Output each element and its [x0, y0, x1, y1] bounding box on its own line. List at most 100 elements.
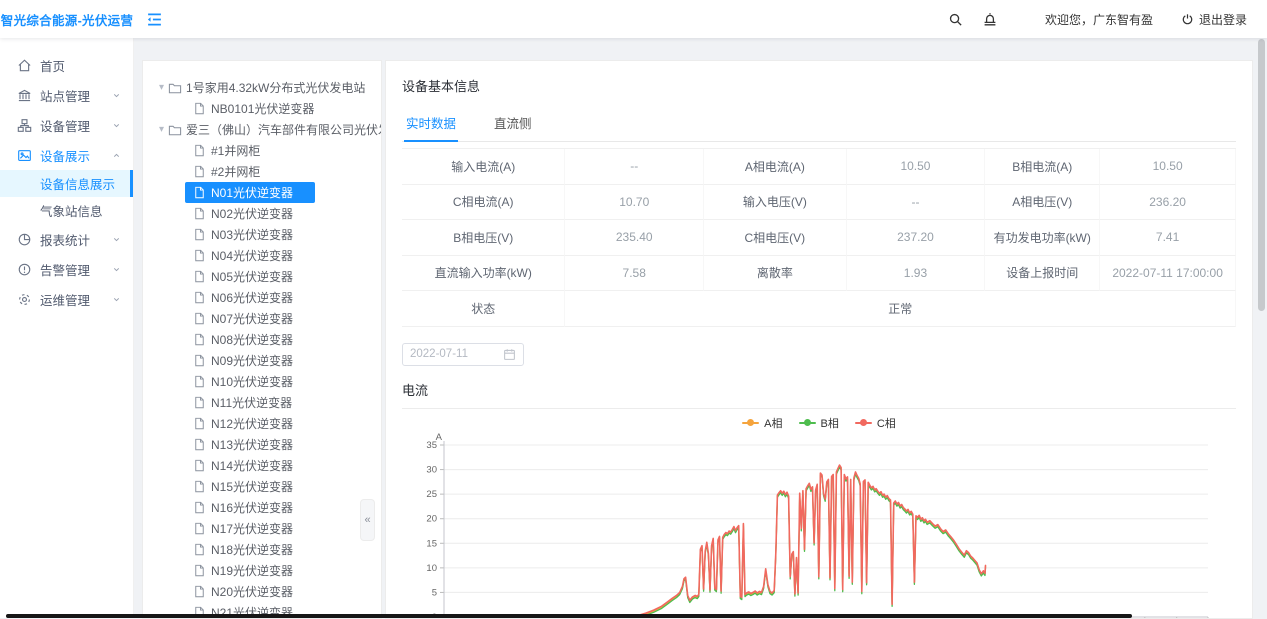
tree-node-label: N20光伏逆变器 [211, 583, 293, 600]
chevron-down-icon [112, 295, 121, 304]
tab-realtime-data[interactable]: 实时数据 [404, 109, 458, 141]
bank-icon [17, 88, 32, 103]
alarm-siren-icon[interactable] [973, 11, 1007, 27]
sidebar-item-report-stats[interactable]: 报表统计 [0, 224, 133, 254]
current-chart-block: A相B相C相 05101520253035A00:0001:0002:0003:… [402, 413, 1236, 619]
chart-icon [17, 232, 32, 247]
legend-label: A相 [764, 415, 782, 431]
gear-icon [17, 292, 32, 307]
file-icon [193, 312, 207, 326]
tree-node-device-24[interactable]: N20光伏逆变器 [143, 581, 381, 602]
svg-text:15: 15 [426, 538, 437, 549]
tree-node-label: N18光伏逆变器 [211, 541, 293, 558]
sidebar-item-label: 设备管理 [40, 116, 112, 135]
sidebar-item-weather-station-info[interactable]: 气象站信息 [0, 197, 133, 224]
tree-node-device-11[interactable]: N07光伏逆变器 [143, 308, 381, 329]
folder-icon [168, 81, 182, 95]
legend-item-A相[interactable]: A相 [742, 415, 782, 431]
file-icon [193, 270, 207, 284]
svg-text:25: 25 [426, 489, 437, 500]
tree-node-label: N14光伏逆变器 [211, 457, 293, 474]
info-value: 237.20 [847, 220, 986, 256]
info-label: 有功发电功率(kW) [985, 220, 1100, 256]
tree-node-device-14[interactable]: N10光伏逆变器 [143, 371, 381, 392]
header-right: 欢迎您，广东智有盈 退出登录 [939, 11, 1267, 28]
tree-node-label: N09光伏逆变器 [211, 352, 293, 369]
sidebar-item-home[interactable]: 首页 [0, 50, 133, 80]
legend-item-C相[interactable]: C相 [855, 415, 896, 431]
info-label: A相电压(V) [985, 185, 1100, 221]
tree-node-device-8[interactable]: N04光伏逆变器 [143, 245, 381, 266]
logout-icon [1181, 13, 1194, 26]
device-tree-panel: ▾1号家用4.32kW分布式光伏发电站NB0101光伏逆变器▾爱三（佛山）汽车部… [142, 60, 382, 619]
file-icon [193, 564, 207, 578]
chevron-down-icon [112, 91, 121, 100]
sidebar-item-label: 告警管理 [40, 260, 112, 279]
file-icon [193, 417, 207, 431]
tree-node-label: N10光伏逆变器 [211, 373, 293, 390]
bottom-bar [6, 614, 1132, 618]
svg-text:A: A [436, 433, 443, 443]
tree-node-device-22[interactable]: N18光伏逆变器 [143, 539, 381, 560]
info-value: 235.40 [565, 220, 704, 256]
tree-node-device-20[interactable]: N16光伏逆变器 [143, 497, 381, 518]
tree-node-device-10[interactable]: N06光伏逆变器 [143, 287, 381, 308]
sidebar-item-device-mgmt[interactable]: 设备管理 [0, 110, 133, 140]
file-icon [193, 228, 207, 242]
sidebar-item-ops-mgmt[interactable]: 运维管理 [0, 284, 133, 314]
tree-node-station-0[interactable]: ▾1号家用4.32kW分布式光伏发电站 [143, 77, 381, 98]
tree-node-device-17[interactable]: N13光伏逆变器 [143, 434, 381, 455]
tree-node-label: N11光伏逆变器 [211, 394, 292, 411]
file-icon [193, 543, 207, 557]
tree-node-device-18[interactable]: N14光伏逆变器 [143, 455, 381, 476]
sidebar-item-label: 设备展示 [40, 146, 112, 165]
search-icon[interactable] [939, 12, 973, 27]
legend-marker-icon [855, 419, 872, 427]
legend-item-B相[interactable]: B相 [799, 415, 839, 431]
tree-node-device-21[interactable]: N17光伏逆变器 [143, 518, 381, 539]
tree-node-device-7[interactable]: N03光伏逆变器 [143, 224, 381, 245]
tree-node-device-4[interactable]: #2并网柜 [143, 161, 381, 182]
tree-node-label: N19光伏逆变器 [211, 562, 293, 579]
info-label: A相电流(A) [704, 149, 847, 185]
tree-node-device-19[interactable]: N15光伏逆变器 [143, 476, 381, 497]
menu-fold-icon[interactable] [146, 11, 163, 28]
tree-node-label: N17光伏逆变器 [211, 520, 293, 537]
tree-node-station-2[interactable]: ▾爱三（佛山）汽车部件有限公司光伏发 [143, 119, 381, 140]
sidebar-item-label: 站点管理 [40, 86, 112, 105]
scrollbar-thumb[interactable] [1258, 39, 1265, 311]
tree-node-device-3[interactable]: #1并网柜 [143, 140, 381, 161]
sidebar-item-site-mgmt[interactable]: 站点管理 [0, 80, 133, 110]
tree-node-device-1[interactable]: NB0101光伏逆变器 [143, 98, 381, 119]
tree-node-device-23[interactable]: N19光伏逆变器 [143, 560, 381, 581]
svg-text:10: 10 [426, 562, 437, 573]
sidebar-item-alarm-mgmt[interactable]: 告警管理 [0, 254, 133, 284]
folder-icon [168, 123, 182, 137]
info-label: 直流输入功率(kW) [402, 256, 565, 292]
file-icon [193, 585, 207, 599]
info-value: 10.50 [847, 149, 986, 185]
date-picker[interactable]: 2022-07-11 [402, 343, 524, 366]
info-label: B相电流(A) [985, 149, 1100, 185]
tree-node-device-15[interactable]: N11光伏逆变器 [143, 392, 381, 413]
tree-node-device-9[interactable]: N05光伏逆变器 [143, 266, 381, 287]
tree-node-label: N06光伏逆变器 [211, 289, 293, 306]
tree-node-label: #2并网柜 [211, 163, 260, 180]
sidebar-item-device-display[interactable]: 设备展示 [0, 140, 133, 170]
tree-node-device-6[interactable]: N02光伏逆变器 [143, 203, 381, 224]
tree-node-device-16[interactable]: N12光伏逆变器 [143, 413, 381, 434]
tree-node-label: N13光伏逆变器 [211, 436, 293, 453]
tree-node-device-13[interactable]: N09光伏逆变器 [143, 350, 381, 371]
info-label: 设备上报时间 [985, 256, 1100, 292]
tree-collapse-handle[interactable]: « [360, 499, 375, 541]
logout-button[interactable]: 退出登录 [1181, 11, 1247, 28]
sidebar-item-label: 运维管理 [40, 290, 112, 309]
sidebar-item-device-info-display[interactable]: 设备信息展示 [0, 170, 133, 197]
tab-dc-side[interactable]: 直流侧 [492, 109, 534, 141]
tree-node-device-5[interactable]: N01光伏逆变器 [143, 182, 381, 203]
cluster-icon [17, 118, 32, 133]
svg-text:30: 30 [426, 464, 437, 475]
tree-node-device-12[interactable]: N08光伏逆变器 [143, 329, 381, 350]
info-value: 7.58 [565, 256, 704, 292]
content-area: ▾1号家用4.32kW分布式光伏发电站NB0101光伏逆变器▾爱三（佛山）汽车部… [134, 38, 1267, 618]
